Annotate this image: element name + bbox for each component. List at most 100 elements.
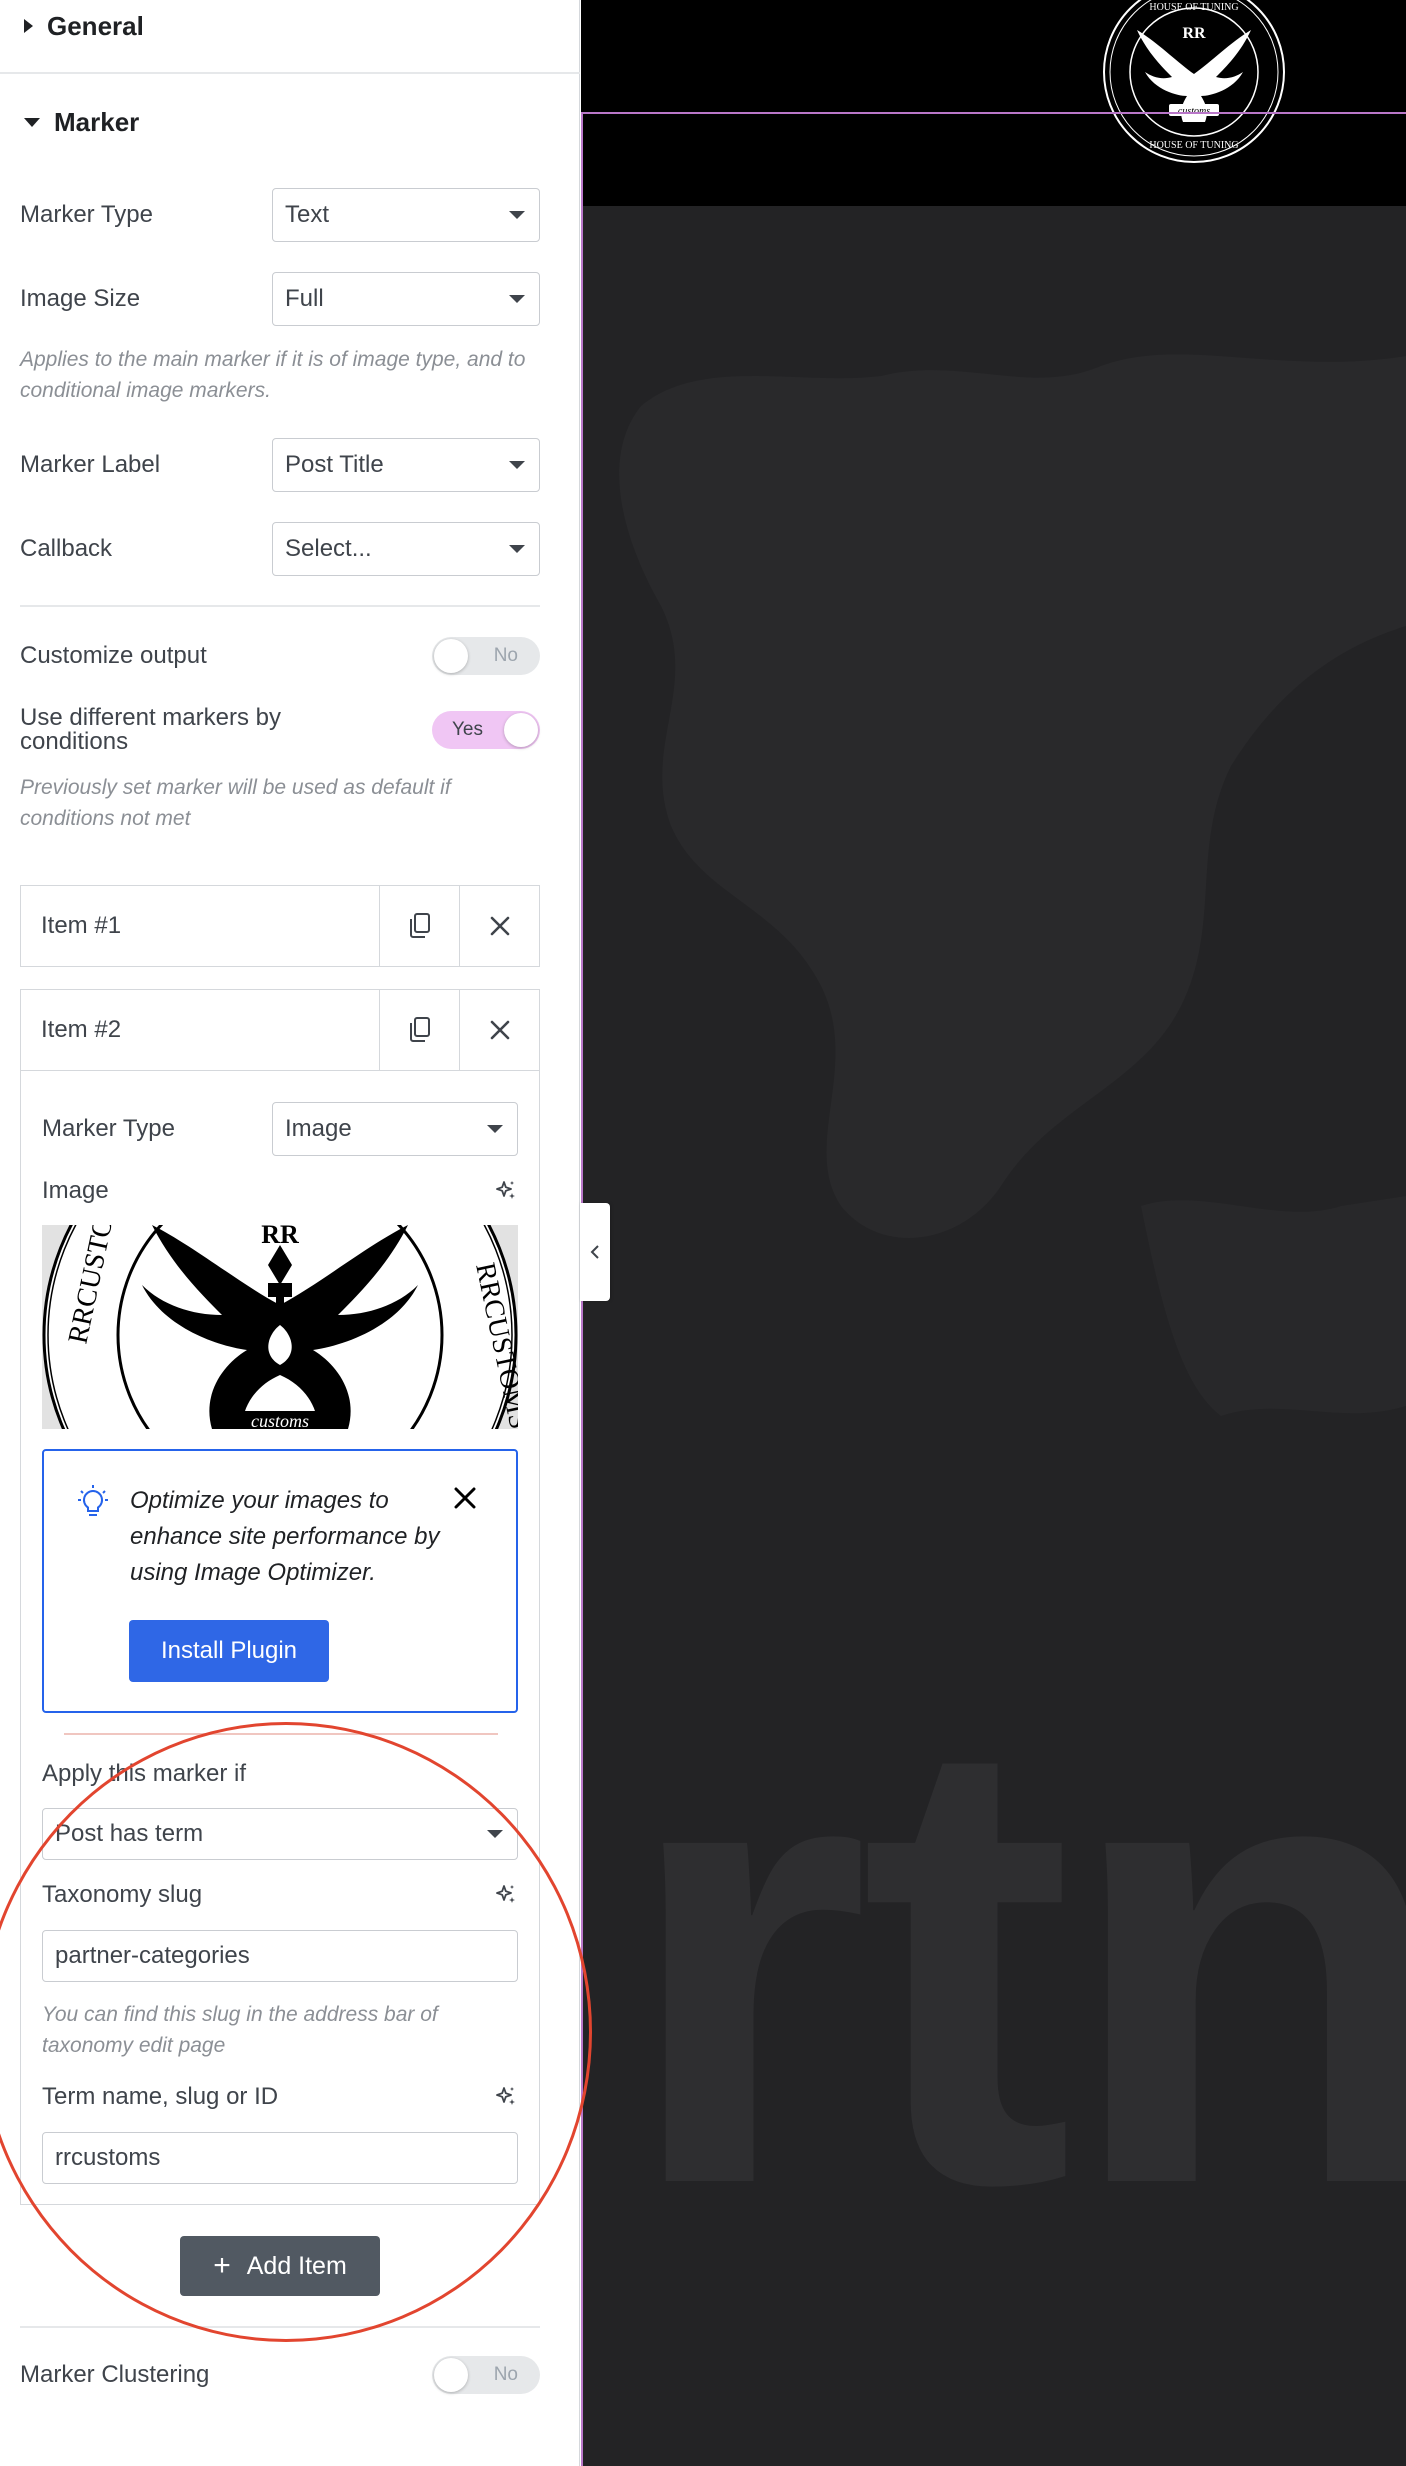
notice-message: Optimize your images to enhance site per…: [130, 1487, 440, 1586]
add-item-label: Add Item: [246, 2251, 347, 2280]
panel-collapse-toggle[interactable]: [580, 1203, 610, 1301]
add-item-button[interactable]: + Add Item: [180, 2236, 380, 2296]
repeater-item-1[interactable]: Item #1: [20, 885, 540, 967]
repeater-item-2[interactable]: Item #2: [20, 989, 540, 1071]
marker-label-select[interactable]: Post Title: [272, 438, 540, 492]
item-title: Item #2: [41, 1016, 122, 1043]
apply-if-select[interactable]: Post has term: [42, 1808, 518, 1860]
divider: [20, 605, 540, 607]
item-marker-type-select[interactable]: Image: [272, 1102, 518, 1156]
image-label: Image: [42, 1177, 109, 1204]
marker-type-select[interactable]: Text: [272, 188, 540, 242]
taxonomy-slug-input[interactable]: partner-categories: [42, 1930, 518, 1982]
item-marker-type-row: Marker Type Image: [42, 1101, 518, 1157]
section-marker-title: Marker: [54, 106, 140, 137]
logo-bottom-text: HOUSE OF TUNING: [1149, 140, 1238, 151]
duplicate-button[interactable]: [379, 990, 459, 1070]
toggle-state: No: [493, 645, 518, 666]
image-size-select[interactable]: Full: [272, 272, 540, 326]
ai-sparkle-icon[interactable]: [494, 1883, 518, 1907]
dropdown-arrow-icon: [487, 1125, 503, 1133]
marker-type-label: Marker Type: [20, 201, 153, 228]
site-header: HOUSE OF TUNING HOUSE OF TUNING RR custo…: [581, 0, 1406, 206]
callback-select[interactable]: Select...: [272, 522, 540, 576]
term-label: Term name, slug or ID: [42, 2083, 279, 2110]
dropdown-arrow-icon: [509, 211, 525, 219]
duplicate-button[interactable]: [379, 886, 459, 966]
different-markers-toggle[interactable]: Yes: [432, 711, 540, 749]
toggle-knob: [504, 713, 538, 747]
toggle-state: Yes: [452, 719, 483, 740]
background-heading-text: rtn: [621, 1602, 1406, 2317]
apply-if-label: Apply this marker if: [42, 1760, 247, 1787]
plus-icon: +: [213, 2249, 231, 2282]
image-size-label: Image Size: [20, 285, 141, 312]
lightbulb-icon: [78, 1485, 108, 1516]
image-size-row: Image Size Full: [20, 271, 540, 327]
different-markers-help: Previously set marker will be used as de…: [20, 776, 451, 830]
ai-sparkle-icon[interactable]: [494, 2085, 518, 2109]
item-title: Item #1: [41, 912, 122, 939]
image-field-header: Image: [42, 1174, 518, 1208]
remove-button[interactable]: [459, 990, 539, 1070]
duplicate-icon: [409, 913, 430, 938]
term-header: Term name, slug or ID: [42, 2080, 518, 2114]
section-divider: [0, 72, 580, 74]
site-logo[interactable]: HOUSE OF TUNING HOUSE OF TUNING RR custo…: [1097, 0, 1291, 170]
item-marker-type-value: Image: [285, 1115, 352, 1142]
caret-right-icon: [24, 19, 33, 33]
close-icon: [490, 1020, 509, 1040]
apply-if-value: Post has term: [55, 1820, 204, 1847]
divider: [20, 2326, 540, 2328]
close-icon[interactable]: [454, 1487, 476, 1509]
ai-sparkle-icon[interactable]: [494, 1179, 518, 1203]
term-value: rrcustoms: [55, 2144, 161, 2171]
remove-button[interactable]: [459, 886, 539, 966]
term-input[interactable]: rrcustoms: [42, 2132, 518, 2184]
different-markers-label: Use different markers by conditions: [20, 704, 281, 755]
chevron-left-icon: [590, 1245, 599, 1259]
section-general[interactable]: General: [0, 4, 580, 48]
customize-output-label: Customize output: [20, 642, 207, 669]
customize-output-toggle[interactable]: No: [432, 637, 540, 675]
taxonomy-slug-value: partner-categories: [55, 1942, 250, 1969]
install-plugin-button[interactable]: Install Plugin: [129, 1620, 329, 1682]
clustering-row: Marker Clustering No: [20, 2353, 540, 2397]
different-markers-row: Use different markers by conditions Yes: [20, 700, 540, 760]
image-optimizer-notice: Optimize your images to enhance site per…: [42, 1449, 518, 1713]
logo-top-text: HOUSE OF TUNING: [1149, 2, 1238, 13]
image-size-help: Applies to the main marker if it is of i…: [20, 348, 526, 402]
image-size-value: Full: [285, 285, 324, 312]
clustering-toggle[interactable]: No: [432, 2356, 540, 2394]
logo-center-text: RR: [1182, 25, 1206, 42]
dropdown-arrow-icon: [509, 461, 525, 469]
callback-row: Callback Select...: [20, 521, 540, 577]
toggle-knob: [434, 639, 468, 673]
canvas-preview[interactable]: rtn HOUSE OF TUNING HOUSE OF TUNING RR c…: [581, 0, 1406, 2466]
selection-guide-horizontal: [581, 112, 1406, 114]
dropdown-arrow-icon: [487, 1830, 503, 1838]
section-general-title: General: [47, 10, 144, 41]
taxonomy-header: Taxonomy slug: [42, 1878, 518, 1912]
marker-label-row: Marker Label Post Title: [20, 437, 540, 493]
marker-type-row: Marker Type Text: [20, 187, 540, 243]
marker-label-value: Post Title: [285, 451, 384, 478]
duplicate-icon: [409, 1017, 430, 1042]
divider: [64, 1733, 498, 1735]
callback-value: Select...: [285, 535, 372, 562]
dropdown-arrow-icon: [509, 295, 525, 303]
clustering-label: Marker Clustering: [20, 2361, 210, 2388]
image-preview[interactable]: RRCUSTOMS RRCUSTOMS RR customs: [42, 1225, 518, 1429]
dropdown-arrow-icon: [509, 545, 525, 553]
item-marker-type-label: Marker Type: [42, 1115, 175, 1142]
section-marker[interactable]: Marker: [0, 100, 580, 144]
toggle-state: No: [493, 2364, 518, 2385]
caret-down-icon: [24, 117, 40, 127]
marker-label-label: Marker Label: [20, 451, 161, 478]
toggle-knob: [434, 2358, 468, 2392]
customize-output-row: Customize output No: [20, 634, 540, 678]
logo-ribbon-text: customs: [251, 1411, 309, 1429]
world-map-background: [619, 354, 1406, 1416]
taxonomy-help: You can find this slug in the address ba…: [42, 2003, 438, 2057]
editor-panel: General Marker Marker Type Text Image Si…: [0, 0, 580, 2466]
